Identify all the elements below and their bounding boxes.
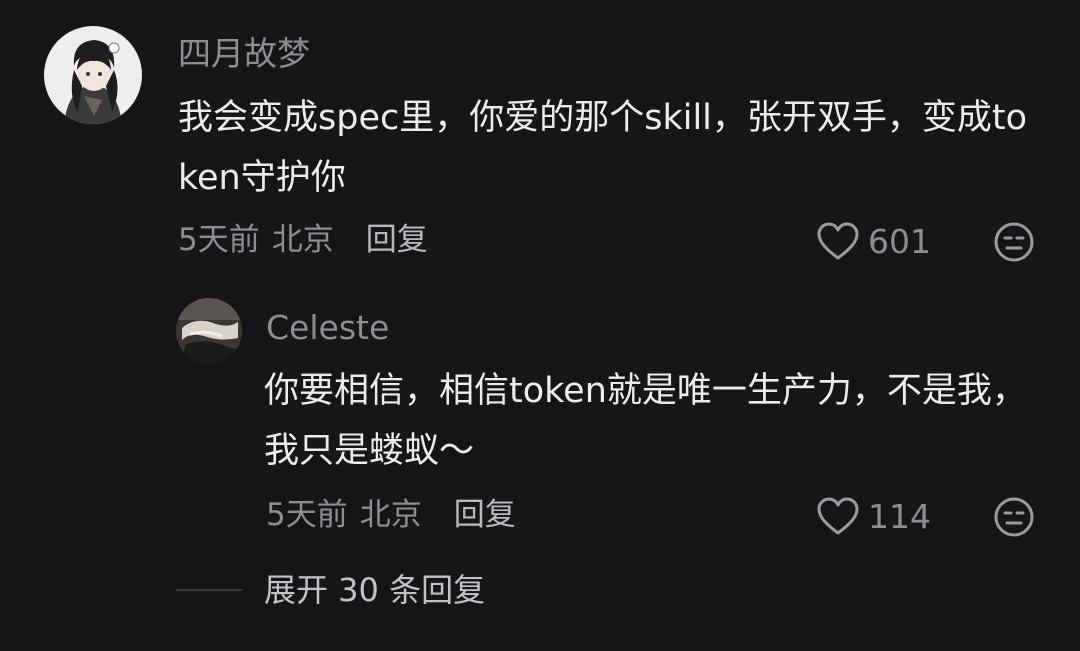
reply-button[interactable]: 回复 xyxy=(366,220,428,260)
like-count: 114 xyxy=(868,497,931,536)
comment-text: 我会变成spec里，你爱的那个skill，张开双手，变成token守护你 xyxy=(178,98,1028,198)
dislike-button[interactable] xyxy=(993,496,1035,538)
dislike-button[interactable] xyxy=(993,221,1035,263)
comment-meta: 5天前 北京 回复 xyxy=(178,220,428,260)
timestamp: 5天前 xyxy=(266,497,348,533)
location: 北京 xyxy=(271,222,334,258)
heart-icon xyxy=(817,222,859,260)
divider xyxy=(176,589,242,591)
avatar[interactable] xyxy=(176,298,242,364)
heart-icon xyxy=(817,497,859,535)
neutral-face-icon xyxy=(994,497,1034,537)
reply-button[interactable]: 回复 xyxy=(454,495,516,535)
like-count: 601 xyxy=(868,222,931,261)
neutral-face-icon xyxy=(994,222,1034,262)
username[interactable]: 四月故梦 xyxy=(178,34,310,74)
location: 北京 xyxy=(359,497,422,533)
reply-text: 你要相信，相信token就是唯一生产力，不是我，我只是蝼蚁～ xyxy=(264,371,1027,471)
username[interactable]: Celeste xyxy=(266,308,389,348)
like-button[interactable]: 601 xyxy=(816,222,931,262)
avatar-image xyxy=(176,298,242,364)
like-button[interactable]: 114 xyxy=(816,497,931,537)
expand-replies-label: 展开 30 条回复 xyxy=(264,571,486,609)
expand-replies-button[interactable]: 展开 30 条回复 xyxy=(176,568,485,612)
avatar[interactable] xyxy=(44,26,142,124)
avatar-image xyxy=(44,26,142,124)
reply-meta: 5天前 北京 回复 xyxy=(266,495,516,535)
timestamp: 5天前 xyxy=(178,222,260,258)
